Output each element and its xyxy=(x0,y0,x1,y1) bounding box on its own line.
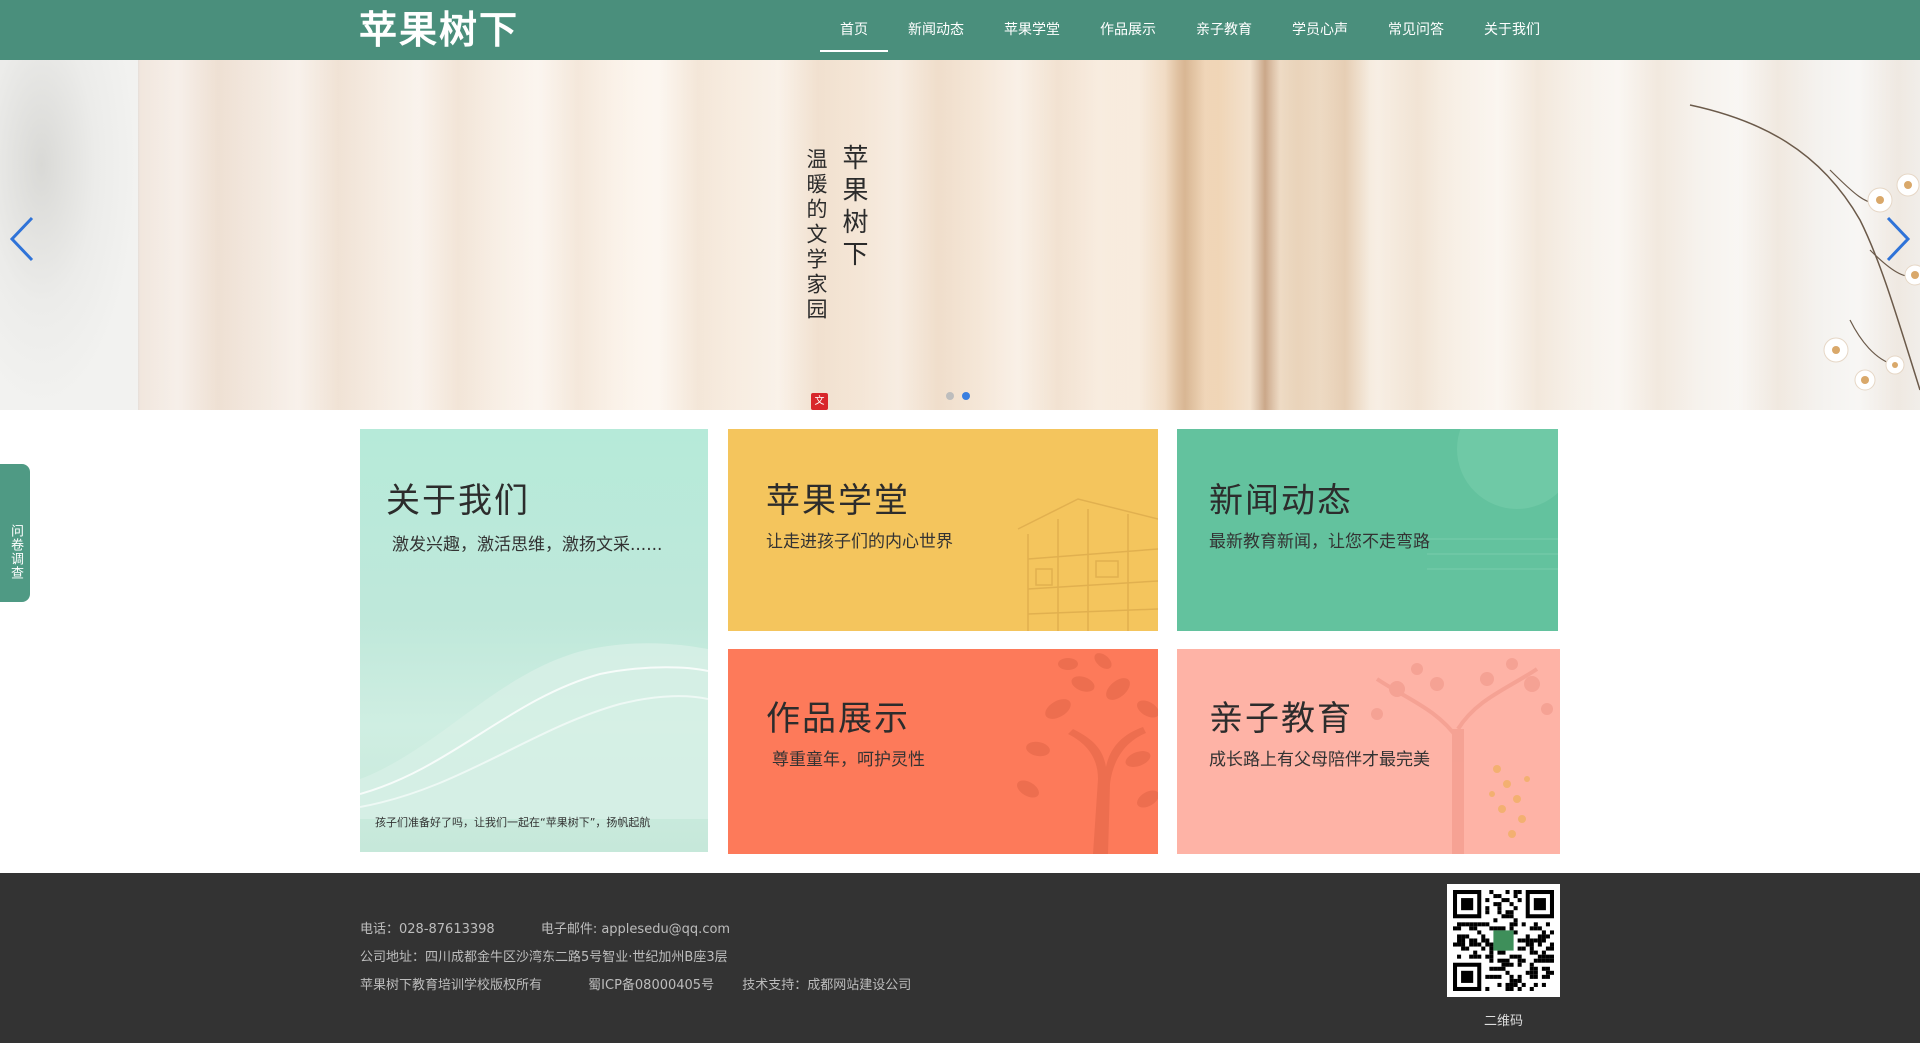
banner-subtitle: 温暖的文学家园 xyxy=(804,148,828,323)
tile-about-footer: 孩子们准备好了吗，让我们一起在“苹果树下”，扬帆起航 xyxy=(375,816,651,829)
chevron-right-icon[interactable] xyxy=(1882,214,1912,264)
site-header: 苹果树下 首页 新闻动态 苹果学堂 作品展示 亲子教育 学员心声 常见问答 关于… xyxy=(0,0,1920,60)
tile-news-subtitle: 最新教育新闻，让您不走弯路 xyxy=(1209,532,1430,552)
nav-item-school[interactable]: 苹果学堂 xyxy=(984,0,1080,60)
banner-book-pages xyxy=(138,60,1920,410)
footer-legal-line: 苹果树下教育培训学校版权所有 蜀ICP备08000405号 技术支持：成都网站建… xyxy=(360,977,953,995)
qr-code xyxy=(1447,884,1560,997)
banner-page-fold xyxy=(1320,60,1370,410)
book-wave-decoration xyxy=(360,643,708,819)
footer-icp[interactable]: 蜀ICP备08000405号 xyxy=(588,978,714,993)
banner-page-fold xyxy=(1250,60,1280,410)
tile-works-subtitle: 尊重童年，呵护灵性 xyxy=(772,750,925,770)
nav-item-news[interactable]: 新闻动态 xyxy=(888,0,984,60)
footer-address: 公司地址：四川成都金牛区沙湾东二路5号智业·世纪加州B座3层 xyxy=(360,950,728,965)
slider-dot-1[interactable] xyxy=(946,392,954,400)
nav-item-works[interactable]: 作品展示 xyxy=(1080,0,1176,60)
slider-dots xyxy=(946,392,970,400)
chevron-left-icon[interactable] xyxy=(8,214,38,264)
nav-item-faq[interactable]: 常见问答 xyxy=(1368,0,1464,60)
tile-works-title: 作品展示 xyxy=(766,699,910,739)
tile-parenting-title: 亲子教育 xyxy=(1209,699,1353,739)
tile-apple-school[interactable]: 苹果学堂 让走进孩子们的内心世界 xyxy=(728,429,1158,631)
qr-code-icon xyxy=(1453,890,1554,991)
nav-item-parenting[interactable]: 亲子教育 xyxy=(1176,0,1272,60)
tile-school-subtitle: 让走进孩子们的内心世界 xyxy=(766,532,953,552)
nav-item-home[interactable]: 首页 xyxy=(820,0,888,60)
banner-seal-stamp: 文 xyxy=(811,393,828,410)
banner-slider[interactable]: 苹果树下 温暖的文学家园 文 xyxy=(0,60,1920,410)
tile-about-subtitle: 激发兴趣，激活思维，激扬文采...... xyxy=(392,535,663,555)
slider-dot-2[interactable] xyxy=(962,392,970,400)
tree-decoration xyxy=(1017,653,1158,854)
survey-side-tab[interactable]: 问卷调查 xyxy=(0,464,30,602)
tile-about-us[interactable]: 关于我们 激发兴趣，激活思维，激扬文采...... 孩子们准备好了吗，让我们一起… xyxy=(360,429,708,852)
building-decoration xyxy=(1017,498,1158,631)
tile-parenting[interactable]: 亲子教育 成长路上有父母陪伴才最完美 xyxy=(1177,649,1560,854)
qr-code-label: 二维码 xyxy=(1483,1014,1523,1029)
nav-item-about[interactable]: 关于我们 xyxy=(1464,0,1560,60)
tile-about-title: 关于我们 xyxy=(386,481,530,521)
banner-page-fold xyxy=(1165,60,1205,410)
site-footer xyxy=(0,873,1920,1043)
footer-support[interactable]: 技术支持：成都网站建设公司 xyxy=(742,978,911,993)
footer-phone: 电话：028-87613398 xyxy=(360,922,495,937)
site-logo[interactable]: 苹果树下 xyxy=(359,8,519,52)
tile-school-title: 苹果学堂 xyxy=(766,481,910,521)
banner-title: 苹果树下 xyxy=(838,144,868,272)
footer-email[interactable]: 电子邮件: applesedu@qq.com xyxy=(541,922,730,937)
footer-copyright: 苹果树下教育培训学校版权所有 xyxy=(360,978,543,993)
tile-news[interactable]: 新闻动态 最新教育新闻，让您不走弯路 xyxy=(1177,429,1558,631)
tile-works[interactable]: 作品展示 尊重童年，呵护灵性 xyxy=(728,649,1158,854)
main-nav: 首页 新闻动态 苹果学堂 作品展示 亲子教育 学员心声 常见问答 关于我们 xyxy=(820,0,1560,60)
cup-decoration xyxy=(1427,429,1558,570)
tile-news-title: 新闻动态 xyxy=(1209,481,1353,521)
footer-contact-line: 电话：028-87613398 电子邮件: applesedu@qq.com xyxy=(360,921,772,939)
tile-parenting-subtitle: 成长路上有父母陪伴才最完美 xyxy=(1209,750,1430,770)
nav-item-testimonials[interactable]: 学员心声 xyxy=(1272,0,1368,60)
